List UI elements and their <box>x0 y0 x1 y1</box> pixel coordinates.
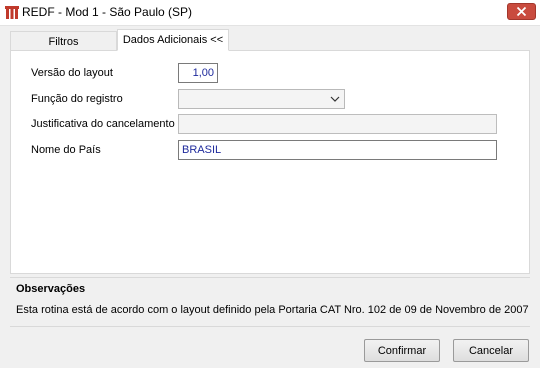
close-button[interactable] <box>507 3 536 20</box>
observacoes-text: Esta rotina está de acordo com o layout … <box>16 304 529 316</box>
versao-value: 1,00 <box>192 67 214 79</box>
tab-panel-dados-adicionais: Versão do layout 1,00 Função do registro… <box>10 50 530 274</box>
app-logo-icon <box>4 4 20 20</box>
observacoes-title: Observações <box>16 283 86 295</box>
pais-label: Nome do País <box>31 144 101 156</box>
tab-dados-adicionais-label: Dados Adicionais << <box>122 34 224 46</box>
window-title: REDF - Mod 1 - São Paulo (SP) <box>22 5 193 19</box>
confirmar-label: Confirmar <box>377 344 427 357</box>
pais-input[interactable]: BRASIL <box>178 140 497 160</box>
confirmar-button[interactable]: Confirmar <box>364 339 440 362</box>
versao-label: Versão do layout <box>31 67 113 79</box>
versao-input[interactable]: 1,00 <box>178 63 218 83</box>
funcao-select[interactable] <box>178 89 345 109</box>
close-icon <box>516 6 527 17</box>
tab-filtros-label: Filtros <box>48 35 79 48</box>
title-bar: REDF - Mod 1 - São Paulo (SP) <box>0 0 540 26</box>
chevron-down-icon <box>330 96 340 102</box>
justificativa-label: Justificativa do cancelamento <box>31 118 175 130</box>
footer-divider <box>10 326 530 327</box>
tab-filtros[interactable]: Filtros <box>10 31 117 51</box>
justificativa-input[interactable] <box>178 114 497 134</box>
funcao-label: Função do registro <box>31 93 123 105</box>
tab-dados-adicionais[interactable]: Dados Adicionais << <box>117 29 229 51</box>
observacoes-divider <box>10 277 530 278</box>
cancelar-label: Cancelar <box>468 344 514 357</box>
cancelar-button[interactable]: Cancelar <box>453 339 529 362</box>
pais-value: BRASIL <box>182 144 222 156</box>
